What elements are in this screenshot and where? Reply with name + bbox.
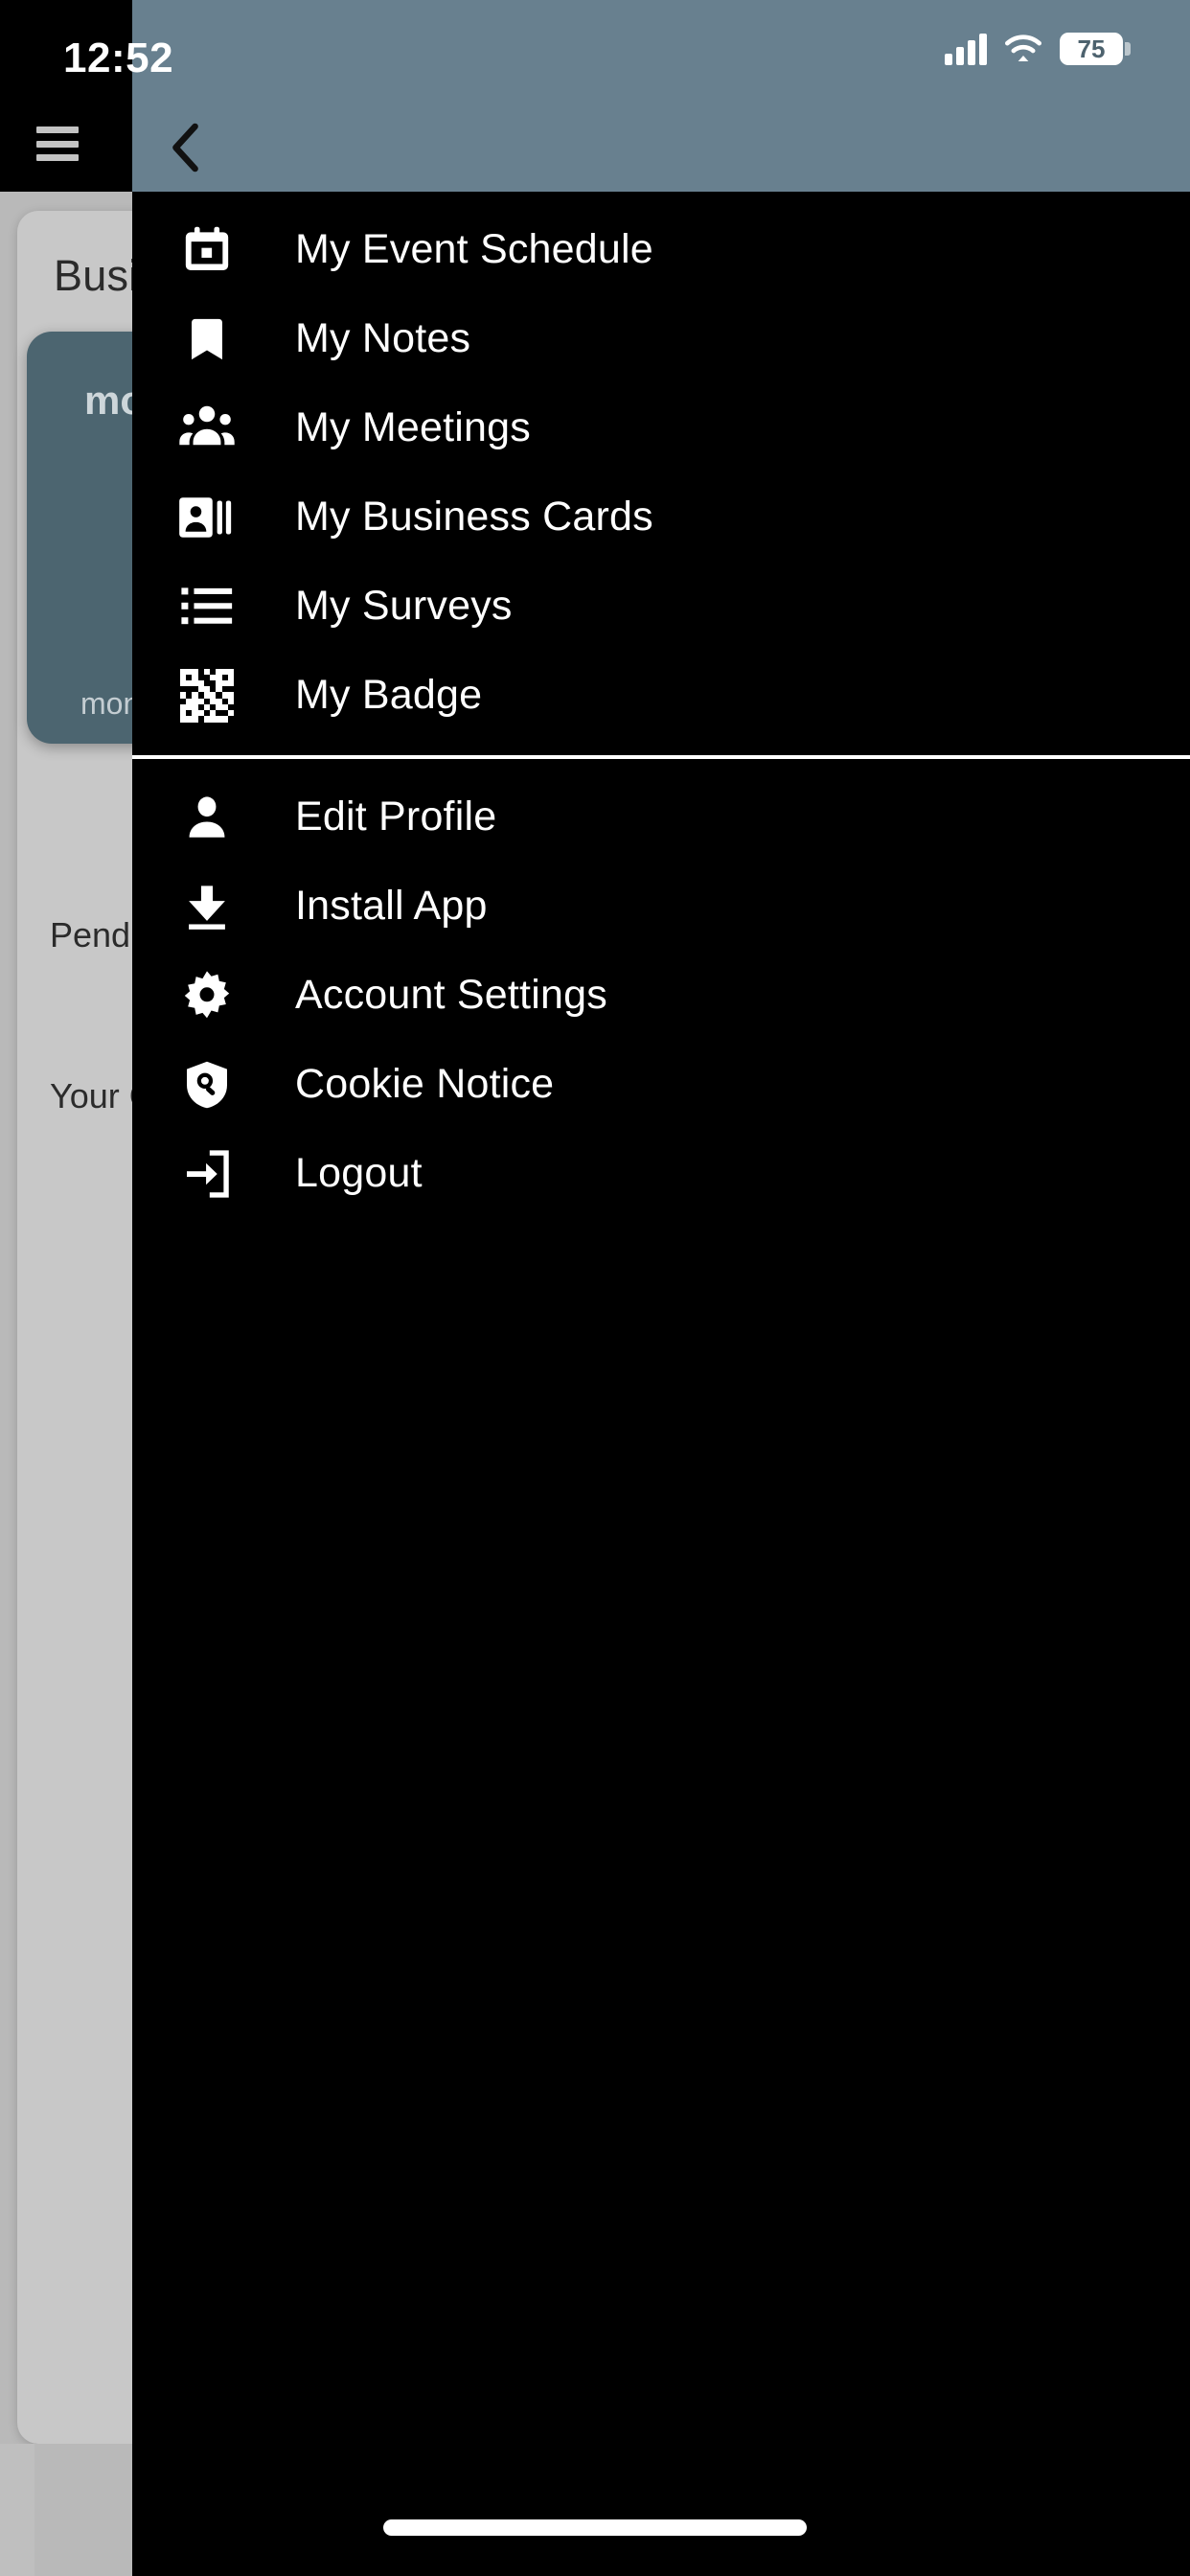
phone-screen: Busin mor monit Pendin Your Contac [0,0,1190,2576]
menu-item-label: My Business Cards [295,494,653,540]
calendar-icon [163,219,251,281]
gear-icon [163,965,251,1026]
drawer-section-secondary: Edit Profile Install App Account Setting… [132,772,1190,1218]
qr-code-icon [163,665,251,726]
home-bar-right-fill [132,2444,1190,2576]
shield-privacy-icon [163,1054,251,1116]
navigation-drawer[interactable]: My Event Schedule My Notes My Meetings M… [132,192,1190,2576]
menu-item-logout[interactable]: Logout [132,1129,1190,1218]
menu-item-label: Logout [295,1150,423,1196]
menu-item-my-surveys[interactable]: My Surveys [132,562,1190,651]
menu-item-label: Cookie Notice [295,1061,555,1107]
menu-item-my-meetings[interactable]: My Meetings [132,383,1190,472]
chevron-left-icon[interactable] [157,119,215,176]
contact-card-icon [163,487,251,548]
drawer-section-primary: My Event Schedule My Notes My Meetings M… [132,205,1190,740]
app-header [0,96,1190,192]
download-icon [163,876,251,937]
home-indicator-bar [0,2444,1190,2576]
menu-item-cookie-notice[interactable]: Cookie Notice [132,1040,1190,1129]
hamburger-bar-1 [36,126,79,133]
hamburger-bar-2 [36,140,79,148]
menu-item-label: My Event Schedule [295,226,653,272]
logout-arrow-icon [163,1143,251,1205]
header-right-fill [132,96,1190,192]
menu-item-my-event-schedule[interactable]: My Event Schedule [132,205,1190,294]
people-group-icon [163,398,251,459]
home-bar-left-fill [0,2444,132,2576]
menu-item-label: Edit Profile [295,794,497,840]
home-bar-edge [0,2444,34,2576]
menu-item-label: Account Settings [295,972,607,1018]
menu-item-label: My Notes [295,315,471,361]
menu-item-label: My Badge [295,672,483,718]
menu-item-account-settings[interactable]: Account Settings [132,951,1190,1040]
menu-item-label: My Meetings [295,404,531,450]
menu-item-label: Install App [295,883,488,929]
list-icon [163,576,251,637]
hamburger-menu-icon[interactable] [36,126,79,161]
menu-item-edit-profile[interactable]: Edit Profile [132,772,1190,862]
menu-item-my-notes[interactable]: My Notes [132,294,1190,383]
person-icon [163,787,251,848]
drawer-top-spacer [132,192,1190,205]
menu-item-install-app[interactable]: Install App [132,862,1190,951]
menu-item-my-business-cards[interactable]: My Business Cards [132,472,1190,562]
bookmark-icon [163,309,251,370]
home-indicator[interactable] [383,2519,807,2536]
drawer-section-spacer-lower [132,759,1190,772]
drawer-section-spacer [132,740,1190,755]
hamburger-bar-3 [36,154,79,161]
menu-item-label: My Surveys [295,583,513,629]
menu-item-my-badge[interactable]: My Badge [132,651,1190,740]
